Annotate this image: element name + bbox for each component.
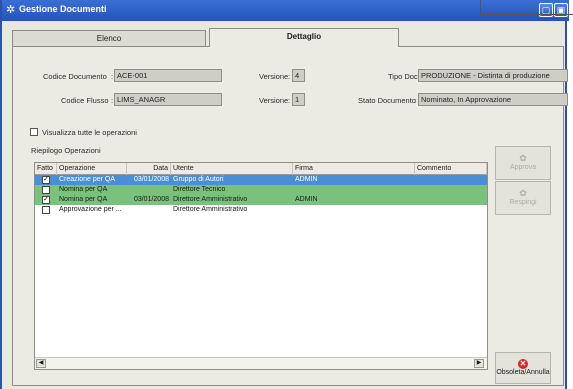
fatto-checkbox[interactable]	[42, 206, 50, 214]
fatto-checkbox[interactable]: ✓	[42, 196, 50, 204]
scroll-right-icon[interactable]: ▶	[474, 359, 484, 368]
operations-table: Fatto Operazione Data Utente Firma Comme…	[34, 162, 488, 370]
visualizza-checkbox[interactable]	[30, 128, 38, 136]
table-header: Fatto Operazione Data Utente Firma Comme…	[35, 163, 487, 175]
codice-flusso-label: Codice Flusso	[61, 96, 109, 105]
window-title: Gestione Documenti	[19, 4, 107, 14]
tipo-doc-field[interactable]: PRODUZIONE - Distinta di produzione	[418, 69, 568, 82]
header-firma[interactable]: Firma	[293, 163, 415, 175]
header-fatto[interactable]: Fatto	[35, 163, 57, 175]
table-row[interactable]: Approvazione per ... Direttore Amministr…	[35, 205, 487, 215]
versione-field[interactable]: 4	[292, 69, 305, 82]
header-operazione[interactable]: Operazione	[57, 163, 127, 175]
fatto-checkbox[interactable]: ✓	[42, 176, 50, 184]
codice-documento-field[interactable]: ACE-001	[114, 69, 222, 82]
header-utente[interactable]: Utente	[171, 163, 293, 175]
tab-elenco[interactable]: Elenco	[12, 30, 206, 47]
codice-flusso-field[interactable]: LIMS_ANAGR	[114, 93, 222, 106]
stato-documento-field[interactable]: Nominato, In Approvazione	[418, 93, 568, 106]
approve-icon: ✿	[519, 153, 527, 163]
ruler-mark	[480, 0, 481, 14]
tab-dettaglio[interactable]: Dettaglio	[209, 28, 399, 47]
gear-icon: ✲	[6, 4, 16, 16]
riepilogo-label: Riepilogo Operazioni	[31, 146, 101, 155]
table-row[interactable]: ✓ Creazione per QA 03/01/2008 Gruppo di …	[35, 175, 487, 185]
versione-label-2: Versione	[259, 96, 289, 105]
ruler-line	[480, 14, 573, 15]
versione-label: Versione	[259, 72, 289, 81]
table-row[interactable]: ✓ Nomina per QA 03/01/2008 Direttore Amm…	[35, 195, 487, 205]
fatto-checkbox[interactable]	[42, 186, 50, 194]
reject-icon: ✿	[519, 188, 527, 198]
versione-field-2[interactable]: 1	[292, 93, 305, 106]
scroll-left-icon[interactable]: ◀	[36, 359, 46, 368]
codice-documento-label: Codice Documento	[43, 72, 107, 81]
title-bar: ✲ Gestione Documenti ▢ ▣	[2, 0, 569, 21]
app-window: ✲ Gestione Documenti ▢ ▣ Elenco Dettagli…	[0, 0, 569, 389]
header-commento[interactable]: Commento	[415, 163, 487, 175]
horizontal-scrollbar[interactable]: ◀ ▶	[35, 357, 487, 369]
approva-button[interactable]: ✿ Approva	[495, 146, 551, 180]
obsoleta-button[interactable]: ✕ Obsoleta/Annulla	[495, 352, 551, 384]
cancel-icon: ✕	[518, 359, 528, 369]
obsoleta-label: Obsoleta/Annulla	[496, 369, 550, 376]
header-data[interactable]: Data	[127, 163, 171, 175]
table-row[interactable]: Nomina per QA Direttore Tecnico	[35, 185, 487, 195]
respingi-label: Respingi	[509, 199, 537, 206]
approva-label: Approva	[509, 164, 537, 171]
stato-documento-label: Stato Documento	[358, 96, 416, 105]
visualizza-label: Visualizza tutte le operazioni	[42, 128, 137, 137]
respingi-button[interactable]: ✿ Respingi	[495, 181, 551, 215]
